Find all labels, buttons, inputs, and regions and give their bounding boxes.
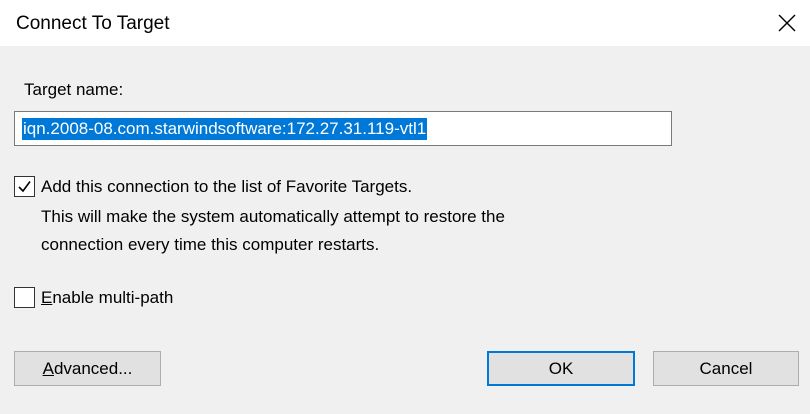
multipath-label[interactable]: Enable multi-path (41, 288, 173, 308)
close-icon (778, 14, 796, 32)
target-name-label: Target name: (24, 80, 124, 99)
ok-button[interactable]: OK (487, 351, 635, 386)
favorite-description-line2: connection every time this computer rest… (41, 235, 380, 254)
dialog-title: Connect To Target (16, 13, 170, 34)
checkmark-icon (18, 181, 31, 193)
favorite-description-line1: This will make the system automatically … (41, 207, 505, 226)
cancel-button[interactable]: Cancel (653, 351, 799, 386)
title-bar: Connect To Target (0, 0, 810, 46)
close-button[interactable] (764, 0, 810, 46)
favorite-targets-label[interactable]: Add this connection to the list of Favor… (41, 177, 412, 197)
multipath-checkbox[interactable] (14, 287, 35, 308)
target-name-value: iqn.2008-08.com.starwindsoftware:172.27.… (22, 117, 428, 140)
advanced-button[interactable]: Advanced... (14, 351, 161, 386)
favorite-targets-checkbox[interactable] (14, 176, 35, 197)
connect-to-target-dialog: Connect To Target Target name: iqn.2008-… (0, 0, 810, 414)
target-name-input[interactable]: iqn.2008-08.com.starwindsoftware:172.27.… (14, 111, 672, 146)
